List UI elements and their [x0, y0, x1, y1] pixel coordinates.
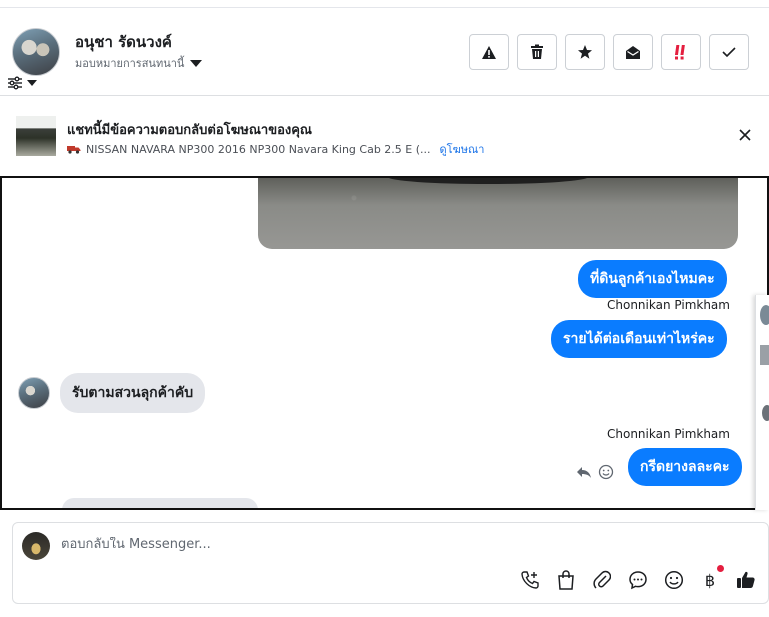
assign-conversation-dropdown[interactable]: มอบหมายการสนทนานี้: [75, 54, 203, 72]
photo-detail: [388, 178, 588, 184]
check-icon: [722, 47, 736, 58]
mark-unread-button[interactable]: [613, 34, 653, 70]
side-avatar: [760, 305, 769, 325]
shopping-bag-icon: [558, 570, 574, 590]
delete-button[interactable]: [517, 34, 557, 70]
contact-avatar[interactable]: [18, 377, 50, 409]
chevron-down-icon: [27, 80, 37, 86]
page-avatar: [22, 532, 50, 560]
paperclip-icon: [593, 570, 611, 589]
assign-label: มอบหมายการสนทนานี้: [75, 57, 185, 70]
incoming-message[interactable]: รับตามสวนลุกค้าคับ: [60, 373, 206, 413]
exclamation-icon: [674, 45, 685, 60]
incoming-message-partial: [62, 498, 258, 508]
side-thumbnail: [760, 345, 769, 365]
payment-button[interactable]: ฿: [699, 565, 724, 591]
ad-reply-banner: แชทนี้มีข้อความตอบกลับต่อโฆษณาของคุณ NIS…: [0, 97, 769, 175]
reply-icon[interactable]: [576, 465, 592, 479]
outgoing-message[interactable]: รายได้ต่อเดือนเท่าไหร่คะ: [551, 320, 727, 358]
outgoing-message[interactable]: กรีดยางลละคะ: [628, 448, 742, 486]
star-button[interactable]: [565, 34, 605, 70]
done-button[interactable]: [709, 34, 749, 70]
shop-button[interactable]: [555, 569, 577, 591]
follow-up-button[interactable]: [661, 34, 701, 70]
side-avatar: [762, 405, 769, 421]
truck-icon: [67, 146, 81, 154]
sliders-icon: [8, 76, 22, 90]
conversation-header: อนุชา รัดนวงค์ มอบหมายการสนทนานี้: [0, 8, 769, 96]
like-button[interactable]: [735, 569, 757, 591]
ad-thumbnail: [16, 116, 56, 156]
message-tools: [576, 464, 614, 480]
ad-text: NISSAN NAVARA NP300 2016 NP300 Navara Ki…: [86, 142, 431, 156]
outgoing-message[interactable]: ที่ดินลูกค้าเองไหมคะ: [578, 260, 727, 298]
contact-avatar[interactable]: [12, 28, 60, 76]
close-banner-button[interactable]: [737, 127, 753, 143]
ad-banner-subtitle: NISSAN NAVARA NP300 2016 NP300 Navara Ki…: [67, 140, 484, 158]
envelope-open-icon: [626, 45, 640, 59]
ad-banner-title: แชทนี้มีข้อความตอบกลับต่อโฆษณาของคุณ: [67, 123, 312, 138]
attach-button[interactable]: [591, 569, 613, 591]
trash-icon: [531, 44, 543, 59]
shared-photo[interactable]: [258, 178, 738, 249]
contact-name[interactable]: อนุชา รัดนวงค์: [75, 30, 172, 54]
inbox-conversation-view: อนุชา รัดนวงค์ มอบหมายการสนทนานี้ แชทนี้…: [0, 0, 769, 617]
warning-icon: [482, 45, 496, 59]
spam-button[interactable]: [469, 34, 509, 70]
chat-bubble-icon: [629, 571, 647, 590]
star-icon: [578, 45, 592, 59]
close-icon: [739, 129, 751, 141]
emoji-reaction-icon[interactable]: [598, 464, 614, 480]
conversation-actions: [469, 34, 749, 70]
side-panel-edge: [755, 295, 769, 510]
filter-dropdown[interactable]: [7, 76, 37, 90]
message-thread[interactable]: ที่ดินลูกค้าเองไหมคะ Chonnikan Pimkham ร…: [0, 176, 769, 510]
message-composer: ฿: [12, 522, 769, 604]
composer-toolbar: ฿: [519, 565, 757, 591]
reply-input[interactable]: [61, 537, 661, 552]
thumbs-up-icon: [737, 571, 755, 588]
baht-icon: ฿: [704, 570, 716, 590]
call-button[interactable]: [519, 569, 541, 591]
chevron-down-icon: [190, 59, 203, 67]
saved-replies-button[interactable]: [627, 569, 649, 591]
view-ad-link[interactable]: ดูโฆษณา: [440, 140, 485, 158]
sender-name: Chonnikan Pimkham: [607, 298, 730, 312]
sender-name: Chonnikan Pimkham: [607, 427, 730, 441]
notification-dot: [717, 565, 724, 572]
emoji-button[interactable]: [663, 569, 685, 591]
emoji-icon: [664, 570, 684, 590]
phone-plus-icon: [521, 571, 539, 589]
